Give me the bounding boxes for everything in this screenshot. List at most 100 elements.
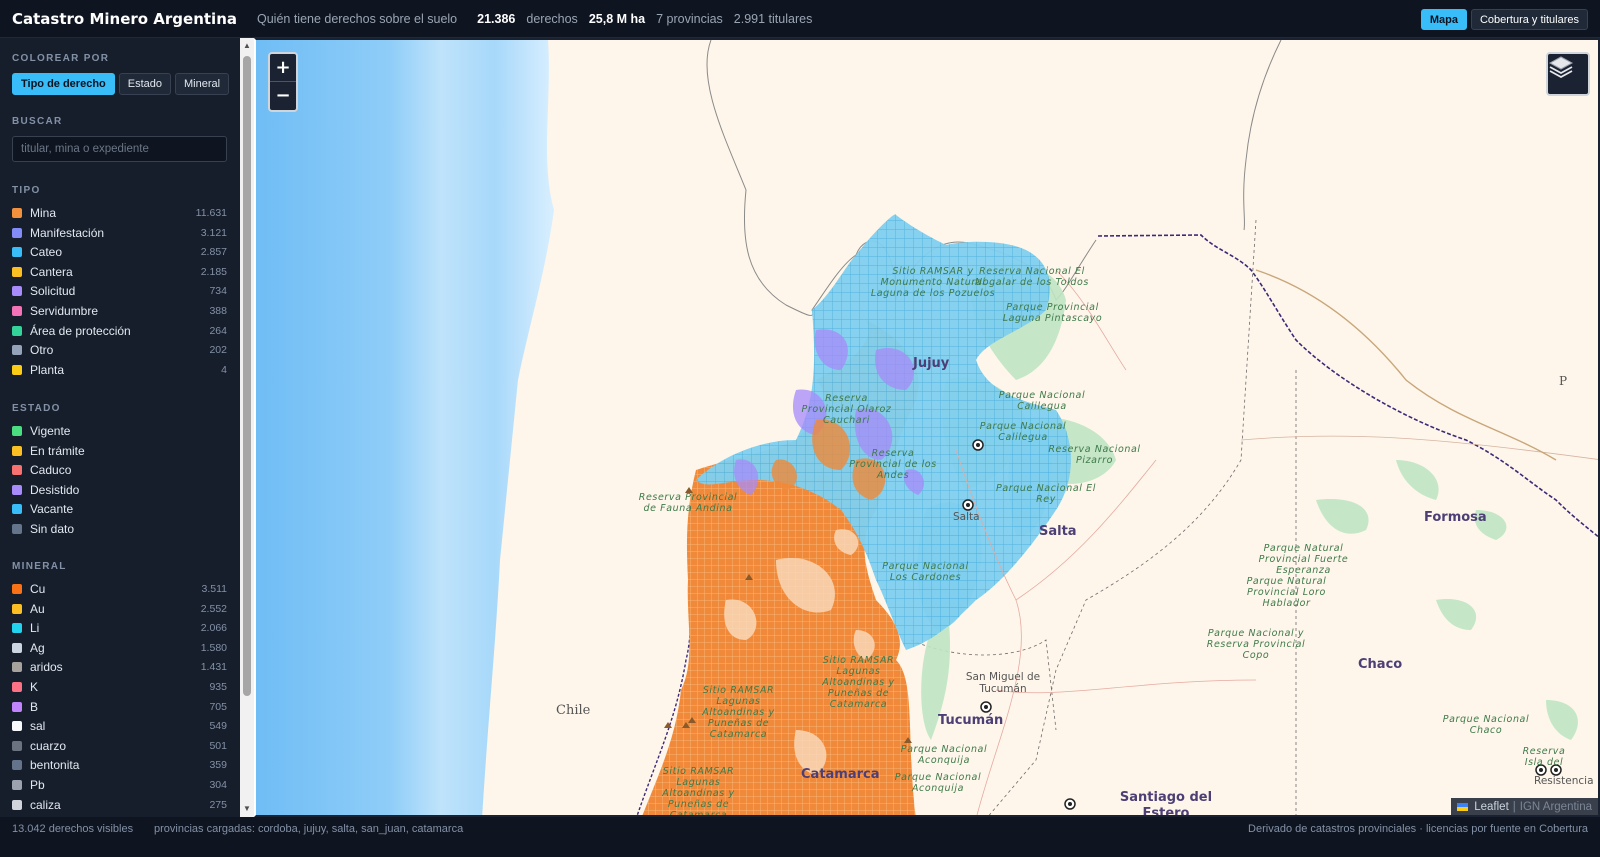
mineral-legend-item[interactable]: K 935	[12, 678, 227, 696]
legend-count: 11.631	[195, 207, 227, 219]
label-province-formosa: Formosa	[1424, 510, 1487, 525]
layers-button[interactable]	[1546, 52, 1590, 96]
map-view-button[interactable]: Mapa	[1420, 9, 1467, 30]
attribution-separator: |	[1512, 800, 1516, 813]
color-swatch	[12, 740, 22, 751]
coverage-view-button[interactable]: Cobertura y titulares	[1470, 9, 1588, 30]
legend-count: 549	[209, 720, 227, 733]
color-swatch	[12, 465, 22, 476]
label-park-loro-hablador: Parque Natural Provincial Loro Hablador	[1246, 576, 1327, 609]
map-canvas[interactable]	[256, 40, 1600, 817]
legend-count: 705	[209, 700, 227, 713]
stat-holders: 2.991 titulares	[733, 11, 813, 26]
color-swatch	[12, 345, 22, 356]
estado-legend-item[interactable]: Vacante	[12, 500, 227, 518]
label-park-ramsar-3: Sitio RAMSAR Lagunas Altoandinas y Puneñ…	[662, 766, 735, 817]
mineral-legend-item[interactable]: Ag 1.580	[12, 639, 227, 657]
type-legend-title: TIPO	[12, 185, 41, 196]
mineral-legend-item[interactable]: sal 549	[12, 717, 227, 735]
paraguay-border	[1097, 234, 1598, 538]
color-swatch	[12, 364, 22, 375]
tipo-legend-item[interactable]: Planta 4	[12, 361, 227, 379]
label-park-ramsar-1: Sitio RAMSAR Lagunas Altoandinas y Puneñ…	[822, 655, 895, 710]
color-swatch	[12, 799, 22, 810]
estado-legend-item[interactable]: Desistido	[12, 481, 227, 499]
tipo-legend-item[interactable]: Manifestación 3.121	[12, 224, 227, 242]
legend-label: bentonita	[30, 758, 80, 773]
color-swatch	[12, 227, 22, 238]
color-swatch	[12, 484, 22, 495]
color-swatch	[12, 701, 22, 712]
search-input[interactable]	[12, 136, 227, 162]
color-swatch	[12, 524, 22, 534]
mineral-legend-item[interactable]: caliza 275	[12, 796, 227, 814]
mineral-legend-item[interactable]: bentonita 359	[12, 756, 227, 774]
sidebar-scrollbar[interactable]: ▲ ▼	[240, 38, 254, 817]
label-park-isla: Reserva Isla del	[1522, 746, 1566, 768]
legend-label: caliza	[30, 797, 61, 812]
ukraine-flag-icon	[1457, 802, 1469, 811]
scroll-thumb[interactable]	[243, 56, 251, 696]
zoom-control: + −	[268, 52, 298, 112]
legend-count: 3.121	[200, 226, 227, 239]
stat-rights-count: 21.386	[477, 11, 516, 26]
tipo-legend-item[interactable]: Solicitud 734	[12, 282, 227, 300]
tipo-legend-item[interactable]: Mina 11.631	[12, 204, 227, 222]
layers-icon	[1548, 56, 1574, 79]
legend-count: 2.185	[200, 265, 227, 278]
map-attribution: Leaflet | IGN Argentina	[1451, 798, 1598, 815]
label-park-los-andes: Reserva Provincial de los Andes	[849, 448, 937, 481]
estado-legend-item[interactable]: En trámite	[12, 442, 227, 460]
legend-count: 388	[209, 305, 227, 317]
color-swatch	[12, 603, 22, 614]
scroll-up-arrow-icon[interactable]: ▲	[243, 42, 251, 50]
color-swatch	[12, 623, 22, 634]
label-province-tucuman: Tucumán	[938, 713, 1004, 728]
mineral-legend-item[interactable]: aridos 1.431	[12, 658, 227, 676]
label-city-resistencia: Resistencia	[1534, 775, 1594, 787]
color-by-type-button[interactable]: Tipo de derecho	[12, 73, 115, 95]
legend-count: 3.511	[201, 583, 228, 595]
mineral-legend-item[interactable]: Au 2.552	[12, 600, 227, 618]
color-swatch	[12, 662, 22, 673]
mineral-legend-item[interactable]: Li 2.066	[12, 619, 227, 637]
tipo-legend-item[interactable]: Servidumbre 388	[12, 302, 227, 320]
pacific-ocean	[256, 40, 554, 815]
color-by-mineral-button[interactable]: Mineral	[175, 73, 230, 95]
label-park-calilegua-2: Parque Nacional Calilegua	[979, 421, 1067, 443]
label-park-aconquija-1: Parque Nacional Aconquija	[900, 744, 988, 766]
leaflet-link[interactable]: Leaflet	[1474, 801, 1509, 813]
mineral-legend-item[interactable]: Cu 3.511	[12, 580, 227, 598]
ign-attribution[interactable]: IGN Argentina	[1520, 801, 1592, 813]
map-view[interactable]: Jujuy Salta Tucumán Catamarca Santiago d…	[254, 38, 1600, 817]
estado-legend-item[interactable]: Caduco	[12, 461, 227, 479]
zoom-in-button[interactable]: +	[270, 54, 296, 82]
tipo-legend-item[interactable]: Cateo 2.857	[12, 243, 227, 261]
color-by-status-button[interactable]: Estado	[118, 73, 172, 95]
tipo-legend-item[interactable]: Área de protección 264	[12, 322, 227, 340]
color-swatch	[12, 780, 22, 790]
legend-count: 4	[221, 363, 227, 376]
legend-count: 2.552	[200, 602, 227, 615]
mineral-legend-title: MINERAL	[12, 561, 67, 572]
legend-label: Cu	[30, 582, 46, 596]
zoom-out-button[interactable]: −	[270, 82, 296, 110]
legend-label: En trámite	[30, 443, 85, 458]
label-city-tucuman: San Miguel de Tucumán	[965, 671, 1041, 695]
color-swatch	[12, 266, 22, 277]
estado-legend-item[interactable]: Vigente	[12, 422, 227, 440]
label-province-catamarca: Catamarca	[801, 767, 880, 782]
tipo-legend-item[interactable]: Cantera 2.185	[12, 263, 227, 281]
legend-label: Ag	[30, 640, 45, 655]
legend-label: Servidumbre	[30, 304, 99, 318]
tipo-legend-item[interactable]: Otro 202	[12, 341, 227, 359]
mineral-legend-item[interactable]: Pb 304	[12, 776, 227, 794]
estado-legend-item[interactable]: Sin dato	[12, 520, 227, 538]
mineral-legend-item[interactable]: B 705	[12, 698, 227, 716]
legend-label: Mina	[30, 206, 57, 220]
scroll-down-arrow-icon[interactable]: ▼	[243, 805, 251, 813]
legend-label: Desistido	[30, 482, 80, 497]
legend-count: 1.580	[200, 641, 227, 654]
mineral-legend-item[interactable]: cuarzo 501	[12, 737, 227, 755]
view-switcher: Mapa Cobertura y titulares	[1420, 9, 1588, 30]
